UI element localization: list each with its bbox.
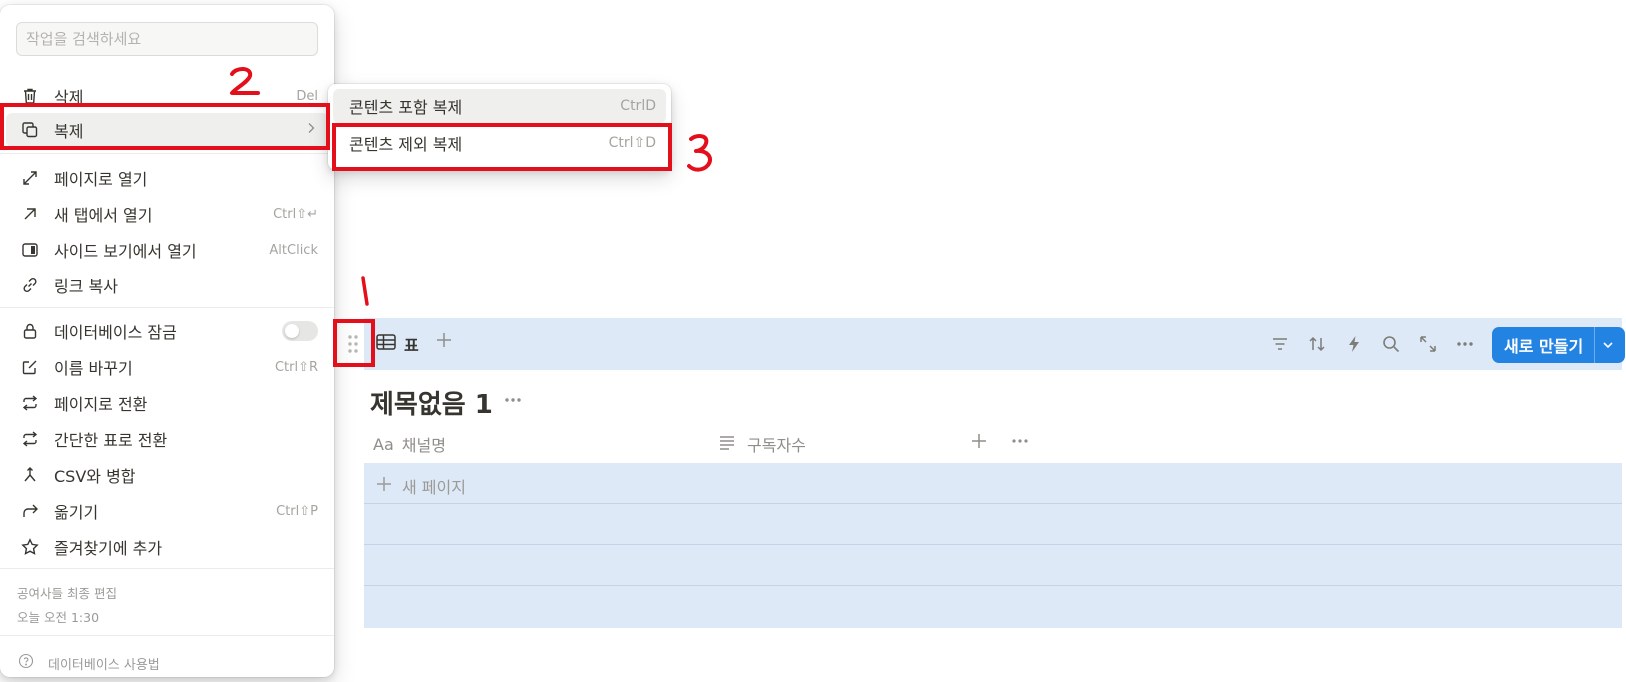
title-type-label: Aa bbox=[373, 434, 394, 454]
move-icon bbox=[16, 501, 44, 521]
menu-item-convert-to-simple-table[interactable]: 간단한 표로 전환 bbox=[6, 422, 328, 456]
menu-item-copy-link[interactable]: 링크 복사 bbox=[6, 268, 328, 302]
menu-item-open-as-page[interactable]: 페이지로 열기 bbox=[6, 161, 328, 195]
new-button-label: 새로 만들기 bbox=[1504, 337, 1584, 356]
menu-item-label: 사이드 보기에서 열기 bbox=[54, 242, 197, 261]
menu-item-move[interactable]: 옮기기 Ctrl⇧P bbox=[6, 494, 328, 528]
help-label: 데이터베이스 사용법 bbox=[48, 657, 160, 673]
side-peek-icon bbox=[16, 240, 44, 260]
row-divider bbox=[364, 585, 1622, 586]
annotation-number-3: 3 bbox=[686, 133, 713, 172]
annotation-box-duplicate bbox=[0, 103, 330, 150]
annotation-label: 1 bbox=[358, 274, 359, 275]
annotation-number-2: 2 bbox=[228, 66, 260, 95]
annotation-label: 3 bbox=[686, 133, 687, 134]
search-input[interactable] bbox=[16, 22, 318, 56]
merge-icon bbox=[16, 465, 44, 485]
database-toolbar: 표 bbox=[364, 318, 1622, 370]
divider bbox=[0, 153, 334, 154]
menu-item-label: 링크 복사 bbox=[54, 277, 118, 296]
menu-item-label: 페이지로 열기 bbox=[54, 170, 148, 189]
menu-item-lock-database[interactable]: 데이터베이스 잠금 bbox=[6, 314, 328, 348]
column-header-channel[interactable]: Aa 채널명 bbox=[373, 432, 446, 456]
row-divider bbox=[364, 544, 1622, 545]
text-lines-icon bbox=[717, 432, 737, 456]
column-label: 구독자수 bbox=[747, 436, 806, 455]
last-edited-label: 공여사들 최종 편집 bbox=[17, 586, 117, 601]
view-tab-label: 표 bbox=[404, 336, 419, 355]
submenu-item-label: 콘텐츠 포함 복제 bbox=[349, 98, 463, 117]
menu-item-open-side-peek[interactable]: 사이드 보기에서 열기 AltClick bbox=[6, 233, 328, 267]
shortcut-label: Ctrl⇧↵ bbox=[273, 206, 318, 222]
shortcut-label: AltClick bbox=[269, 242, 318, 258]
table-icon bbox=[376, 333, 396, 355]
divider bbox=[0, 635, 334, 636]
menu-item-add-favorite[interactable]: 즐겨찾기에 추가 bbox=[6, 530, 328, 564]
lock-toggle[interactable] bbox=[282, 321, 318, 341]
help-link[interactable]: 데이터베이스 사용법 bbox=[18, 653, 160, 673]
annotation-label: 2 bbox=[228, 66, 229, 67]
shortcut-label: Ctrl⇧R bbox=[274, 359, 318, 375]
add-column-icon[interactable] bbox=[970, 432, 988, 454]
menu-item-label: 즐겨찾기에 추가 bbox=[54, 539, 163, 558]
shortcut-label: CtrlD bbox=[620, 98, 656, 114]
lock-icon bbox=[16, 321, 44, 341]
column-more-icon[interactable] bbox=[1010, 432, 1030, 454]
new-page-row[interactable]: 새 페이지 bbox=[376, 474, 466, 498]
expand-icon bbox=[16, 168, 44, 188]
menu-item-label: 옮기기 bbox=[54, 503, 99, 522]
chevron-down-icon[interactable] bbox=[1601, 338, 1615, 352]
menu-item-label: 이름 바꾸기 bbox=[54, 359, 133, 378]
menu-item-rename[interactable]: 이름 바꾸기 Ctrl⇧R bbox=[6, 350, 328, 384]
menu-item-label: CSV와 병합 bbox=[54, 467, 136, 486]
menu-item-label: 새 탭에서 열기 bbox=[54, 206, 153, 225]
more-icon[interactable] bbox=[1453, 332, 1477, 356]
filter-icon[interactable] bbox=[1268, 332, 1292, 356]
shortcut-label: Del bbox=[296, 88, 318, 104]
new-button[interactable]: 새로 만들기 bbox=[1492, 327, 1625, 363]
sort-icon[interactable] bbox=[1305, 332, 1329, 356]
menu-item-label: 간단한 표로 전환 bbox=[54, 431, 168, 450]
menu-item-open-new-tab[interactable]: 새 탭에서 열기 Ctrl⇧↵ bbox=[6, 197, 328, 231]
add-view-icon[interactable] bbox=[434, 330, 454, 354]
convert-icon bbox=[16, 429, 44, 449]
search-icon[interactable] bbox=[1379, 332, 1403, 356]
edit-icon bbox=[16, 357, 44, 377]
title-more-icon[interactable] bbox=[503, 390, 523, 414]
button-divider bbox=[1594, 327, 1596, 363]
annotation-box-drag-handle bbox=[333, 319, 375, 367]
help-circle-icon bbox=[18, 653, 34, 673]
annotation-box-duplicate-without-content bbox=[332, 123, 672, 171]
submenu-item-duplicate-with-content[interactable]: 콘텐츠 포함 복제 CtrlD bbox=[333, 89, 666, 123]
arrow-up-right-icon bbox=[16, 204, 44, 224]
annotation-number-1: 1 bbox=[358, 274, 369, 306]
divider bbox=[0, 568, 334, 569]
menu-item-convert-to-page[interactable]: 페이지로 전환 bbox=[6, 386, 328, 420]
column-label: 채널명 bbox=[401, 436, 446, 455]
expand-icon[interactable] bbox=[1416, 332, 1440, 356]
table-body bbox=[364, 463, 1622, 628]
automation-icon[interactable] bbox=[1342, 332, 1366, 356]
view-tab-table[interactable]: 표 bbox=[376, 332, 419, 356]
column-header-subscribers[interactable]: 구독자수 bbox=[717, 432, 806, 456]
divider bbox=[0, 307, 334, 308]
row-divider bbox=[364, 503, 1622, 504]
convert-icon bbox=[16, 393, 44, 413]
star-icon bbox=[16, 537, 44, 557]
new-page-label: 새 페이지 bbox=[402, 478, 466, 497]
shortcut-label: Ctrl⇧P bbox=[276, 503, 318, 519]
link-icon bbox=[16, 275, 44, 295]
menu-item-merge-csv[interactable]: CSV와 병합 bbox=[6, 458, 328, 492]
last-edited-time: 오늘 오전 1:30 bbox=[17, 610, 100, 625]
plus-icon bbox=[376, 476, 392, 496]
menu-item-label: 데이터베이스 잠금 bbox=[54, 323, 177, 342]
database-title[interactable]: 제목없음 1 bbox=[370, 384, 493, 421]
menu-item-label: 페이지로 전환 bbox=[54, 395, 148, 414]
